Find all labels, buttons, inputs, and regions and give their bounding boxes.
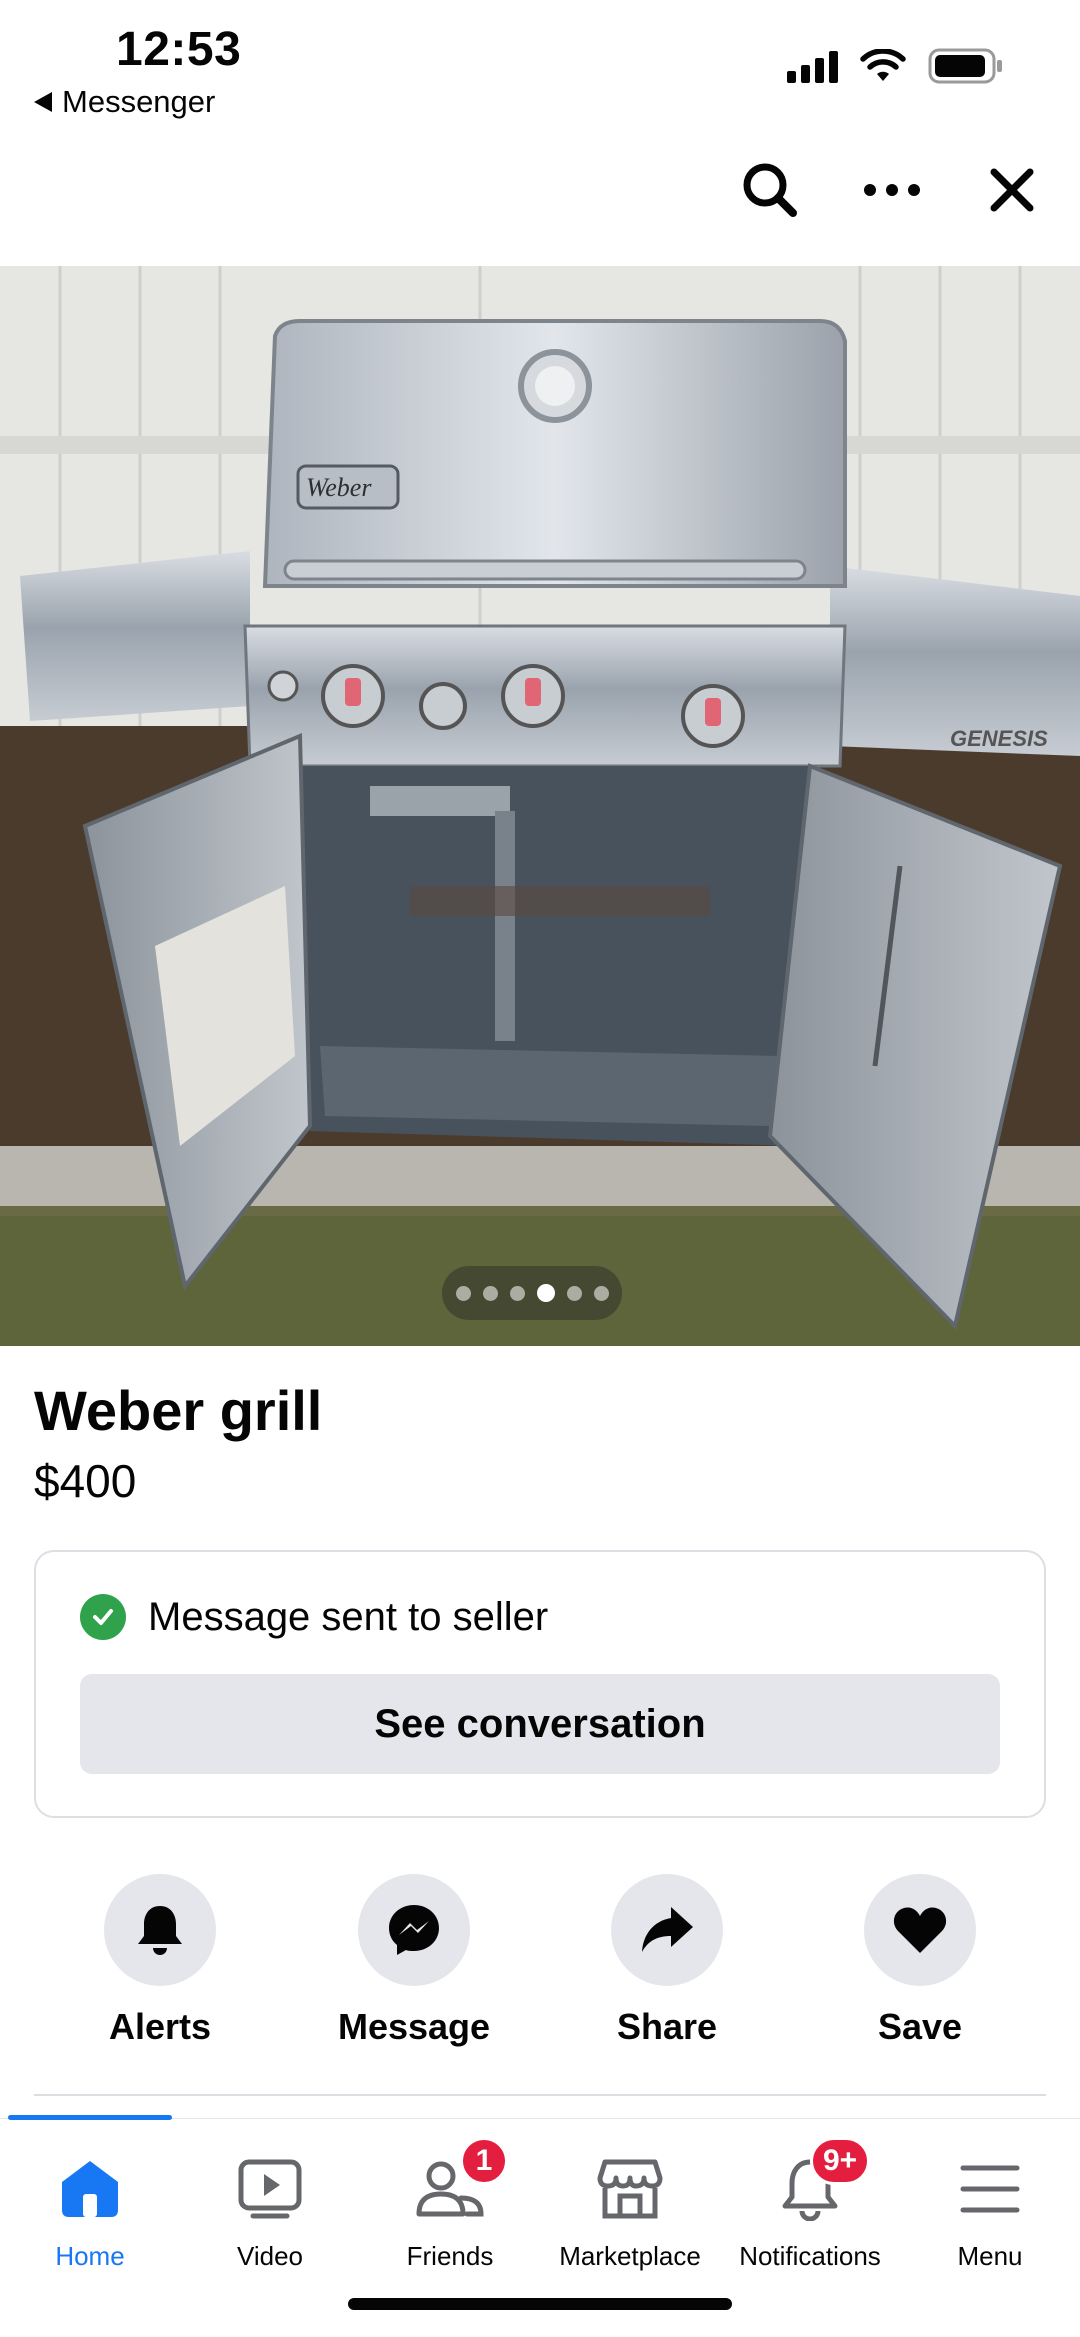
heart-icon (893, 1907, 947, 1953)
message-circle[interactable] (358, 1874, 470, 1986)
nav-menu-label: Menu (957, 2241, 1023, 2271)
nav-marketplace-label: Marketplace (559, 2241, 701, 2271)
home-indicator[interactable] (348, 2298, 732, 2310)
divider (34, 2094, 1046, 2096)
share-circle[interactable] (611, 1874, 723, 1986)
menu-icon (960, 2165, 1020, 2213)
listing-title: Weber grill (34, 1379, 323, 1442)
save-button[interactable]: Save (820, 1874, 1020, 2048)
wifi-icon (860, 49, 906, 81)
nav-home-label: Home (55, 2241, 125, 2271)
back-triangle-icon (34, 92, 52, 112)
share-button[interactable]: Share (567, 1874, 767, 2048)
carousel-dot[interactable] (593, 1285, 609, 1301)
nav-home[interactable]: Home (0, 2149, 180, 2272)
message-status-text: Message sent to seller (148, 1594, 549, 1639)
see-conversation-button[interactable]: See conversation (80, 1674, 1000, 1774)
status-bar: 12:53 Messenger (0, 0, 1080, 130)
nav-notifications[interactable]: 9+ Notifications (720, 2137, 900, 2272)
cellular-signal-icon (787, 49, 838, 83)
message-button[interactable]: Message (314, 1874, 514, 2048)
nav-marketplace[interactable]: Marketplace (540, 2149, 720, 2272)
carousel-dot-active[interactable] (536, 1284, 555, 1302)
nav-video[interactable]: Video (180, 2149, 360, 2272)
carousel-dot[interactable] (455, 1285, 471, 1301)
friends-badge: 1 (460, 2137, 508, 2185)
share-icon (642, 1907, 693, 1952)
close-icon (990, 168, 1034, 212)
share-label: Share (616, 2006, 718, 2047)
message-sent-card: Message sent to seller See conversation (34, 1550, 1046, 1818)
search-button[interactable] (730, 150, 810, 230)
search-icon (743, 163, 797, 217)
alerts-button[interactable]: Alerts (60, 1874, 260, 2048)
carousel-dot[interactable] (509, 1285, 525, 1301)
alerts-circle[interactable] (104, 1874, 216, 1986)
back-to-app-link[interactable]: Messenger (34, 84, 215, 120)
video-icon (238, 2159, 302, 2219)
save-circle[interactable] (864, 1874, 976, 1986)
close-button[interactable] (972, 150, 1052, 230)
message-status-row: Message sent to seller (80, 1594, 548, 1640)
save-label: Save (877, 2006, 963, 2047)
messenger-icon (389, 1905, 439, 1955)
grill-photo: GENESIS Weber (0, 266, 1080, 1346)
listing-actions: Alerts Message Share Save (0, 1874, 1080, 2054)
grill-brand-text: Weber (306, 473, 372, 502)
nav-friends[interactable]: 1 Friends (360, 2137, 540, 2272)
home-icon (62, 2161, 118, 2217)
listing-price: $400 (34, 1455, 137, 1507)
grill-model-text: GENESIS (950, 726, 1048, 751)
alerts-label: Alerts (108, 2006, 212, 2047)
back-app-label: Messenger (62, 84, 216, 119)
notifications-badge: 9+ (810, 2137, 871, 2185)
carousel-dot[interactable] (482, 1285, 498, 1301)
listing-photo[interactable]: GENESIS Weber (0, 266, 1080, 1346)
carousel-dot[interactable] (566, 1285, 582, 1301)
bell-icon (138, 1906, 182, 1955)
nav-menu[interactable]: Menu (900, 2149, 1080, 2272)
check-circle-icon (80, 1594, 126, 1640)
system-icons (787, 48, 1004, 84)
battery-icon (928, 48, 1002, 84)
message-label: Message (337, 2006, 491, 2047)
photo-carousel-indicator[interactable] (442, 1266, 622, 1320)
nav-notifications-label: Notifications (739, 2241, 881, 2271)
nav-friends-label: Friends (406, 2241, 494, 2271)
nav-video-label: Video (236, 2241, 304, 2271)
marketplace-icon (597, 2159, 663, 2219)
status-time: 12:53 (116, 23, 242, 76)
top-action-bar (0, 150, 1080, 240)
active-tab-indicator (8, 2115, 172, 2120)
more-icon (864, 184, 920, 196)
more-options-button[interactable] (852, 150, 932, 230)
